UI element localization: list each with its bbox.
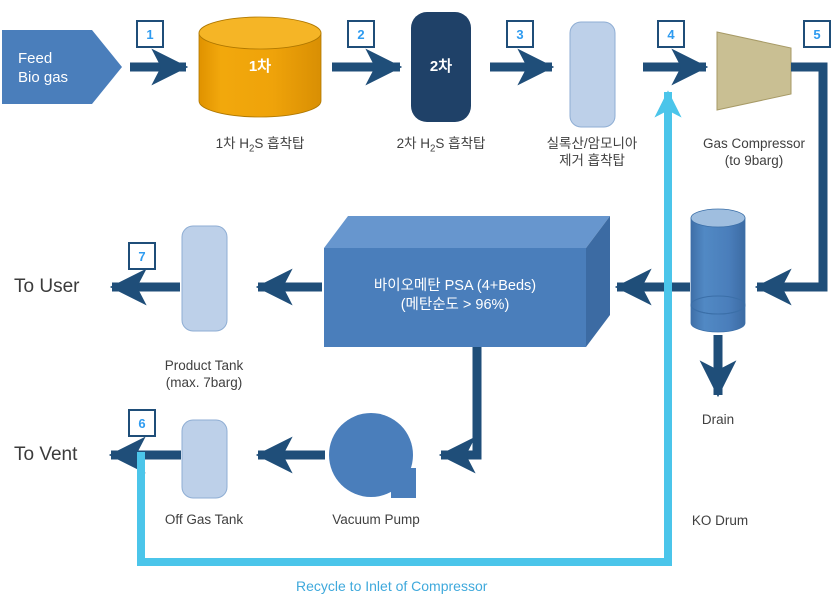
adsorber-2-caption: 2차 H2S 흡착탑 bbox=[361, 135, 521, 156]
vacuum-pump-caption-line-1: Vacuum Pump bbox=[332, 512, 420, 527]
adsorber-1-caption: 1차 H2S 흡착탑 bbox=[180, 135, 340, 156]
adsorber-2-caption-line-1: 2차 H2S 흡착탑 bbox=[396, 136, 486, 155]
siloxane-caption-line-2: 제거 흡착탑 bbox=[559, 153, 625, 169]
psa-unit-shape bbox=[324, 216, 610, 347]
stream-number-7[interactable]: 7 bbox=[128, 242, 156, 270]
adsorber-1-caption-line-1: 1차 H2S 흡착탑 bbox=[215, 136, 305, 155]
stream-number-1[interactable]: 1 bbox=[136, 20, 164, 48]
off-gas-tank-caption-line-1: Off Gas Tank bbox=[164, 512, 244, 527]
vacuum-pump-caption: Vacuum Pump bbox=[301, 511, 451, 528]
line-psa-to-vacuum-pump bbox=[438, 347, 482, 474]
stream-number-6[interactable]: 6 bbox=[128, 409, 156, 437]
gas-compressor-caption-line-1: Gas Compressor bbox=[702, 136, 806, 151]
product-tank-caption-line-1: Product Tank bbox=[164, 358, 244, 373]
product-tank-caption-line-2: (max. 7barg) bbox=[165, 375, 243, 391]
diagram-vector-layer bbox=[2, 12, 828, 566]
siloxane-ammonia-adsorber-caption: 실록산/암모니아 제거 흡착탑 bbox=[517, 135, 667, 170]
vacuum-pump-shape bbox=[329, 413, 416, 498]
terminal-to-user: To User bbox=[14, 276, 80, 297]
gas-compressor-caption: Gas Compressor (to 9barg) bbox=[679, 135, 829, 170]
line-compressor-to-ko-drum bbox=[754, 62, 828, 306]
recycle-line-caption: Recycle to Inlet of Compressor bbox=[296, 578, 488, 594]
product-tank-shape bbox=[181, 225, 228, 332]
stream-number-5[interactable]: 5 bbox=[803, 20, 831, 48]
feed-bio-gas-shape bbox=[2, 30, 122, 104]
off-gas-tank-shape bbox=[181, 419, 228, 499]
stream-number-4[interactable]: 4 bbox=[657, 20, 685, 48]
terminal-to-vent: To Vent bbox=[14, 444, 78, 465]
off-gas-tank-caption: Off Gas Tank bbox=[129, 511, 279, 528]
siloxane-caption-line-1: 실록산/암모니아 bbox=[546, 136, 638, 151]
ko-drum-caption: KO Drum bbox=[650, 512, 790, 529]
gas-compressor-shape bbox=[716, 31, 792, 111]
terminal-drain: Drain bbox=[701, 412, 735, 427]
product-tank-caption: Product Tank (max. 7barg) bbox=[129, 357, 279, 392]
siloxane-ammonia-adsorber-shape bbox=[569, 21, 616, 128]
ko-drum-shape bbox=[690, 208, 746, 333]
gas-compressor-caption-line-2: (to 9barg) bbox=[724, 153, 784, 169]
stream-number-2[interactable]: 2 bbox=[347, 20, 375, 48]
ko-drum-caption-line-1: KO Drum bbox=[691, 513, 749, 528]
process-flow-diagram: Feed Bio gas 1 2 3 4 5 6 7 1차 2차 바이오메탄 P… bbox=[0, 0, 831, 595]
adsorber-2-shape bbox=[411, 12, 471, 122]
stream-number-3[interactable]: 3 bbox=[506, 20, 534, 48]
adsorber-1-shape bbox=[198, 16, 322, 118]
